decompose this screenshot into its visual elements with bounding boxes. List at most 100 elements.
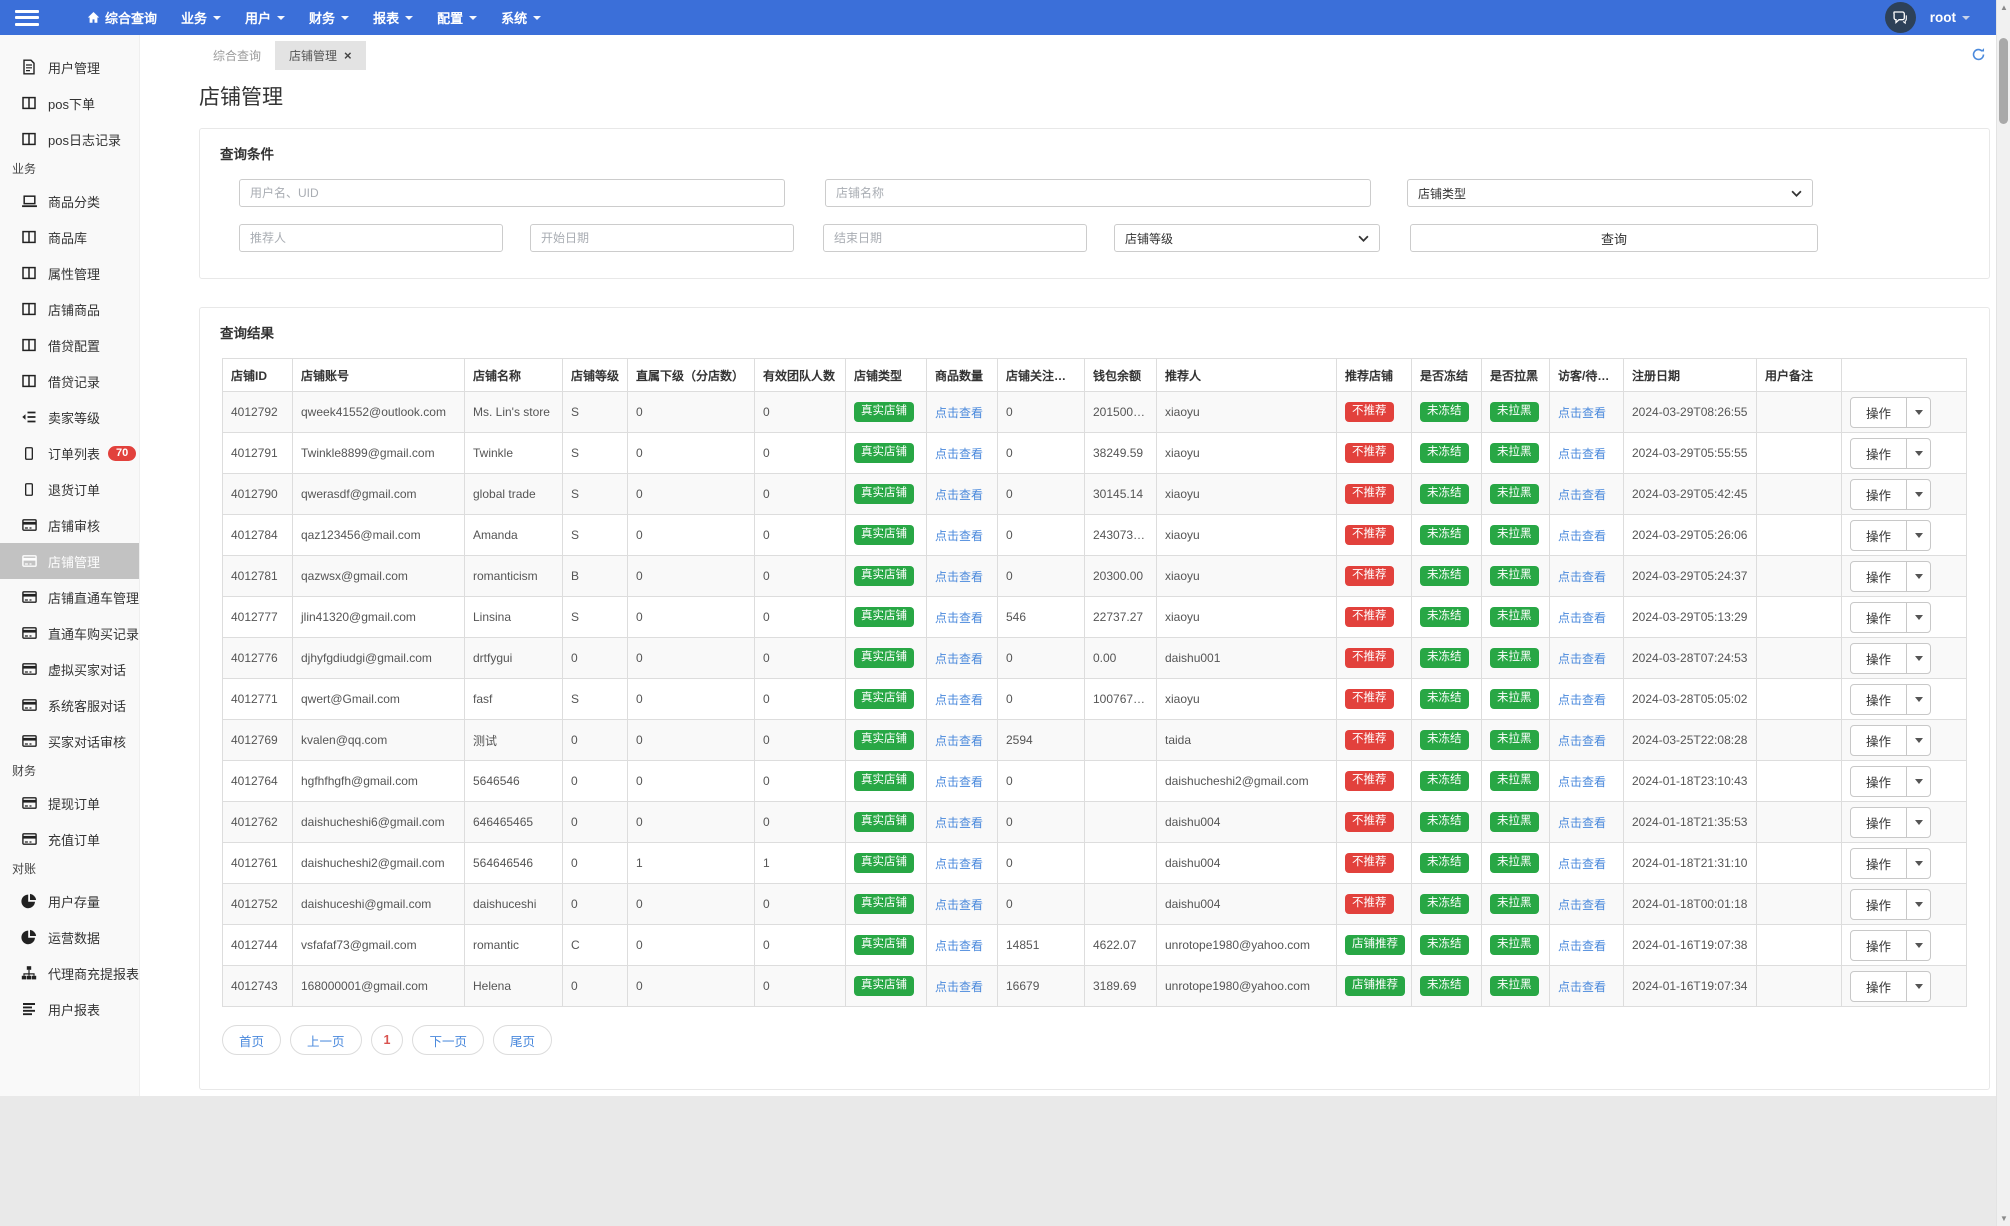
action-dropdown-toggle[interactable] (1906, 930, 1930, 960)
action-dropdown-toggle[interactable] (1906, 725, 1930, 755)
scrollbar-thumb[interactable] (1999, 38, 2008, 124)
start-date-input[interactable] (530, 224, 794, 252)
sidebar-item-8[interactable]: 借贷配置 (0, 327, 139, 363)
visitors-view-link[interactable]: 点击查看 (1558, 570, 1606, 584)
refresh-icon[interactable] (1971, 47, 1986, 67)
pagination-prev[interactable]: 上一页 (290, 1025, 362, 1055)
pagination-next[interactable]: 下一页 (412, 1025, 484, 1055)
action-button[interactable]: 操作 (1851, 685, 1906, 714)
window-scrollbar[interactable]: ▲ ▼ (1996, 0, 2010, 1226)
visitors-view-link[interactable]: 点击查看 (1558, 816, 1606, 830)
action-dropdown-toggle[interactable] (1906, 520, 1930, 550)
sidebar-item-24[interactable]: 用户存量 (0, 883, 139, 919)
visitors-view-link[interactable]: 点击查看 (1558, 939, 1606, 953)
action-dropdown-toggle[interactable] (1906, 602, 1930, 632)
sidebar-item-18[interactable]: 系统客服对话 (0, 687, 139, 723)
sidebar-item-5[interactable]: 商品库 (0, 219, 139, 255)
goods-view-link[interactable]: 点击查看 (935, 980, 983, 994)
sidebar-item-11[interactable]: 订单列表 70 (0, 435, 139, 471)
visitors-view-link[interactable]: 点击查看 (1558, 693, 1606, 707)
action-button[interactable]: 操作 (1851, 726, 1906, 755)
goods-view-link[interactable]: 点击查看 (935, 693, 983, 707)
visitors-view-link[interactable]: 点击查看 (1558, 734, 1606, 748)
sidebar-item-6[interactable]: 属性管理 (0, 255, 139, 291)
visitors-view-link[interactable]: 点击查看 (1558, 529, 1606, 543)
action-dropdown-toggle[interactable] (1906, 684, 1930, 714)
goods-view-link[interactable]: 点击查看 (935, 529, 983, 543)
sidebar-item-12[interactable]: 退货订单 (0, 471, 139, 507)
action-button[interactable]: 操作 (1851, 972, 1906, 1001)
action-dropdown-toggle[interactable] (1906, 807, 1930, 837)
visitors-view-link[interactable]: 点击查看 (1558, 775, 1606, 789)
sidebar-item-17[interactable]: 虚拟买家对话 (0, 651, 139, 687)
goods-view-link[interactable]: 点击查看 (935, 734, 983, 748)
close-icon[interactable]: × (344, 49, 352, 62)
pagination-last[interactable]: 尾页 (493, 1025, 553, 1055)
shop-level-select[interactable]: 店铺等级 (1114, 224, 1380, 252)
pagination-page-1[interactable]: 1 (370, 1025, 404, 1055)
visitors-view-link[interactable]: 点击查看 (1558, 652, 1606, 666)
sidebar-item-0[interactable]: 用户管理 (0, 49, 139, 85)
goods-view-link[interactable]: 点击查看 (935, 652, 983, 666)
referrer-input[interactable] (239, 224, 503, 252)
action-button[interactable]: 操作 (1851, 439, 1906, 468)
nav-item-home[interactable]: 综合查询 (75, 0, 169, 35)
nav-item-4[interactable]: 报表 (361, 0, 425, 35)
nav-item-2[interactable]: 用户 (233, 0, 297, 35)
goods-view-link[interactable]: 点击查看 (935, 939, 983, 953)
action-button[interactable]: 操作 (1851, 603, 1906, 632)
action-button[interactable]: 操作 (1851, 562, 1906, 591)
action-button[interactable]: 操作 (1851, 644, 1906, 673)
visitors-view-link[interactable]: 点击查看 (1558, 898, 1606, 912)
pagination-first[interactable]: 首页 (222, 1025, 282, 1055)
action-dropdown-toggle[interactable] (1906, 766, 1930, 796)
scroll-down-arrow-icon[interactable]: ▼ (1997, 1214, 2010, 1223)
goods-view-link[interactable]: 点击查看 (935, 775, 983, 789)
shop-type-select[interactable]: 店铺类型 (1407, 179, 1813, 207)
goods-view-link[interactable]: 点击查看 (935, 406, 983, 420)
sidebar-item-26[interactable]: 代理商充提报表 (0, 955, 139, 991)
goods-view-link[interactable]: 点击查看 (935, 898, 983, 912)
username-uid-input[interactable] (239, 179, 785, 207)
action-dropdown-toggle[interactable] (1906, 971, 1930, 1001)
user-menu[interactable]: root (1930, 10, 1970, 25)
visitors-view-link[interactable]: 点击查看 (1558, 857, 1606, 871)
sidebar-item-27[interactable]: 用户报表 (0, 991, 139, 1027)
sidebar-item-22[interactable]: 充值订单 (0, 821, 139, 857)
visitors-view-link[interactable]: 点击查看 (1558, 611, 1606, 625)
nav-item-3[interactable]: 财务 (297, 0, 361, 35)
action-button[interactable]: 操作 (1851, 521, 1906, 550)
visitors-view-link[interactable]: 点击查看 (1558, 406, 1606, 420)
sidebar-item-14[interactable]: 店铺管理 (0, 543, 139, 579)
sidebar-item-7[interactable]: 店铺商品 (0, 291, 139, 327)
action-button[interactable]: 操作 (1851, 931, 1906, 960)
action-dropdown-toggle[interactable] (1906, 561, 1930, 591)
action-dropdown-toggle[interactable] (1906, 397, 1930, 427)
visitors-view-link[interactable]: 点击查看 (1558, 980, 1606, 994)
sidebar-item-25[interactable]: 运营数据 (0, 919, 139, 955)
action-button[interactable]: 操作 (1851, 480, 1906, 509)
goods-view-link[interactable]: 点击查看 (935, 570, 983, 584)
action-dropdown-toggle[interactable] (1906, 479, 1930, 509)
nav-item-5[interactable]: 配置 (425, 0, 489, 35)
action-button[interactable]: 操作 (1851, 890, 1906, 919)
goods-view-link[interactable]: 点击查看 (935, 816, 983, 830)
sidebar-item-2[interactable]: pos日志记录 (0, 121, 139, 157)
end-date-input[interactable] (823, 224, 1087, 252)
sidebar-item-19[interactable]: 买家对话审核 (0, 723, 139, 759)
goods-view-link[interactable]: 点击查看 (935, 447, 983, 461)
action-dropdown-toggle[interactable] (1906, 848, 1930, 878)
visitors-view-link[interactable]: 点击查看 (1558, 447, 1606, 461)
sidebar-item-13[interactable]: 店铺审核 (0, 507, 139, 543)
action-dropdown-toggle[interactable] (1906, 643, 1930, 673)
sidebar-item-15[interactable]: 店铺直通车管理 (0, 579, 139, 615)
goods-view-link[interactable]: 点击查看 (935, 611, 983, 625)
menu-toggle-icon[interactable] (15, 9, 39, 26)
action-button[interactable]: 操作 (1851, 398, 1906, 427)
goods-view-link[interactable]: 点击查看 (935, 488, 983, 502)
action-button[interactable]: 操作 (1851, 767, 1906, 796)
tab-0[interactable]: 综合查询 (199, 41, 275, 70)
nav-item-6[interactable]: 系统 (489, 0, 553, 35)
sidebar-item-16[interactable]: 直通车购买记录 (0, 615, 139, 651)
visitors-view-link[interactable]: 点击查看 (1558, 488, 1606, 502)
